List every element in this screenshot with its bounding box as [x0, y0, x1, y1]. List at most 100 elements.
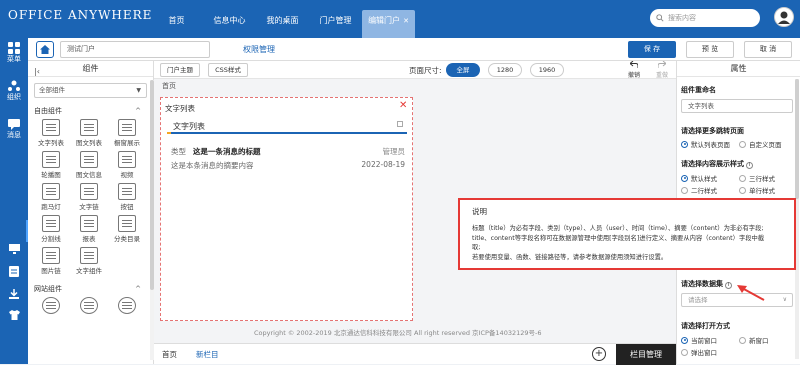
- search-input[interactable]: 搜索内容: [650, 9, 760, 27]
- radio-default-list[interactable]: 默认列表页面: [681, 139, 730, 149]
- info-icon[interactable]: i: [746, 162, 753, 169]
- search-placeholder: 搜索内容: [668, 14, 696, 22]
- component-image-text-list[interactable]: 图文列表: [70, 118, 108, 148]
- cancel-button[interactable]: 取 消: [744, 41, 792, 58]
- column-manage-button[interactable]: 栏目管理: [616, 344, 676, 365]
- radio-three-line[interactable]: 三行样式: [739, 173, 775, 183]
- tab-edit-portal-label: 编辑门户: [368, 16, 401, 25]
- component-location[interactable]: [108, 296, 146, 326]
- group-site-components[interactable]: 网站组件 ^: [28, 282, 153, 296]
- portal-theme-button[interactable]: 门户主题: [160, 63, 200, 77]
- component-text-link[interactable]: 文字链: [70, 182, 108, 212]
- callout-line: 取;: [472, 244, 481, 251]
- radio-dot: [681, 348, 688, 356]
- home-icon: [40, 45, 50, 54]
- component-marquee[interactable]: 跑马灯: [32, 182, 70, 212]
- component-panel-title-text: 组件: [82, 64, 99, 73]
- dataset-select[interactable]: 请选择 ∨: [681, 293, 793, 307]
- news-item[interactable]: 类型 这是一条消息的标题 管理员: [171, 146, 405, 157]
- rail-shirt[interactable]: [0, 310, 28, 320]
- component-carousel[interactable]: 轮播图: [32, 150, 70, 180]
- radio-new-window[interactable]: 新窗口: [739, 335, 769, 345]
- category-icon: [118, 215, 136, 232]
- rail-document[interactable]: [0, 266, 28, 277]
- close-icon[interactable]: ✕: [399, 100, 407, 111]
- rename-input[interactable]: 文字列表: [681, 99, 793, 113]
- avatar[interactable]: [774, 7, 794, 27]
- undo-button[interactable]: 撤销: [624, 60, 644, 79]
- component-more[interactable]: [32, 296, 70, 326]
- permission-link[interactable]: 权限管理: [243, 44, 275, 55]
- component-arrow[interactable]: [70, 296, 108, 326]
- widget-tab[interactable]: 文字列表: [173, 121, 205, 132]
- rail-org[interactable]: 组织: [0, 80, 28, 102]
- radio-label: 新窗口: [749, 337, 769, 345]
- component-report[interactable]: 报表: [70, 214, 108, 244]
- component-label: 图文信息: [76, 171, 102, 179]
- shirt-icon: [8, 310, 20, 320]
- size-1280[interactable]: 1280: [488, 63, 522, 77]
- radio-single-line[interactable]: 单行样式: [739, 185, 775, 195]
- home-button[interactable]: [36, 41, 54, 58]
- callout-body: 标题（title）为必有字段、类别（type）、人员（user）、时间（time…: [472, 224, 790, 262]
- component-label: 文字列表: [38, 139, 64, 147]
- tab-home[interactable]: 首页: [150, 10, 203, 38]
- shop-icon: [118, 119, 136, 136]
- text-list-widget[interactable]: 文字列表 ✕ 文字列表 类型 这是一条消息的标题 管理员 这是本条消息的摘要内容…: [160, 97, 413, 321]
- news-date: 2022-08-19: [361, 160, 405, 169]
- tab-edit-portal[interactable]: 编辑门户 ✕: [362, 10, 415, 38]
- add-icon[interactable]: +: [592, 347, 606, 361]
- radio-custom-page[interactable]: 自定义页面: [739, 139, 782, 149]
- tab-portal-manage[interactable]: 门户管理: [309, 10, 362, 38]
- portal-name-input[interactable]: 测试门户: [60, 41, 210, 58]
- group-free-components[interactable]: 自由组件 ^: [28, 104, 153, 118]
- redo-button[interactable]: 重做: [652, 60, 672, 79]
- button-icon: [118, 183, 136, 200]
- rail-menu[interactable]: 菜单: [0, 42, 28, 64]
- news-type: 类型: [171, 147, 186, 156]
- redo-icon: [657, 60, 667, 68]
- radio-popup-window[interactable]: 弹出窗口: [681, 347, 717, 357]
- component-showcase[interactable]: 橱窗展示: [108, 118, 146, 148]
- rail-download[interactable]: [0, 289, 28, 299]
- bottom-tab-new-column[interactable]: 新栏目: [196, 349, 219, 360]
- tab-accent-mark: [167, 132, 171, 134]
- component-image-link[interactable]: 图片链: [32, 246, 70, 276]
- component-label: 文字组件: [76, 267, 102, 275]
- component-divider[interactable]: 分割线: [32, 214, 70, 244]
- radio-current-window[interactable]: 当前窗口: [681, 335, 717, 345]
- tab-my-desktop[interactable]: 我的桌面: [256, 10, 309, 38]
- info-icon[interactable]: i: [725, 282, 732, 289]
- size-fullscreen[interactable]: 全屏: [446, 63, 480, 77]
- css-style-button[interactable]: CSS样式: [208, 63, 248, 77]
- scroll-thumb[interactable]: [795, 79, 799, 199]
- collapse-left-icon[interactable]: |‹: [34, 64, 40, 80]
- radio-dot: [739, 186, 746, 194]
- component-image-text-info[interactable]: 图文信息: [70, 150, 108, 180]
- close-icon[interactable]: ✕: [403, 17, 409, 25]
- size-1960[interactable]: 1960: [530, 63, 564, 77]
- chart-icon: [80, 215, 98, 232]
- link-icon: [80, 183, 98, 200]
- component-text[interactable]: 文字组件: [70, 246, 108, 276]
- component-video[interactable]: 视频: [108, 150, 146, 180]
- component-text-list[interactable]: 文字列表: [32, 118, 70, 148]
- radio-dot: [681, 186, 688, 194]
- rail-message[interactable]: 消息: [0, 118, 28, 140]
- preview-button[interactable]: 预 览: [686, 41, 734, 58]
- rail-monitor[interactable]: [0, 244, 28, 254]
- more-icon: [42, 297, 60, 314]
- image-link-icon: [42, 247, 60, 264]
- radio-two-line[interactable]: 二行样式: [681, 185, 717, 195]
- radio-default-style[interactable]: 默认样式: [681, 173, 717, 183]
- component-category[interactable]: 分类目录: [108, 214, 146, 244]
- save-button[interactable]: 保 存: [628, 41, 676, 58]
- component-filter-select[interactable]: 全部组件 ▼: [34, 83, 147, 98]
- site-component-grid: [28, 296, 153, 326]
- more-icon[interactable]: [397, 121, 403, 127]
- properties-title: 属性: [677, 61, 800, 77]
- top-nav: 首页 信息中心 我的桌面 门户管理 编辑门户 ✕: [150, 10, 415, 38]
- component-button[interactable]: 按钮: [108, 182, 146, 212]
- tab-info-center[interactable]: 信息中心: [203, 10, 256, 38]
- bottom-tab-home[interactable]: 首页: [162, 349, 177, 360]
